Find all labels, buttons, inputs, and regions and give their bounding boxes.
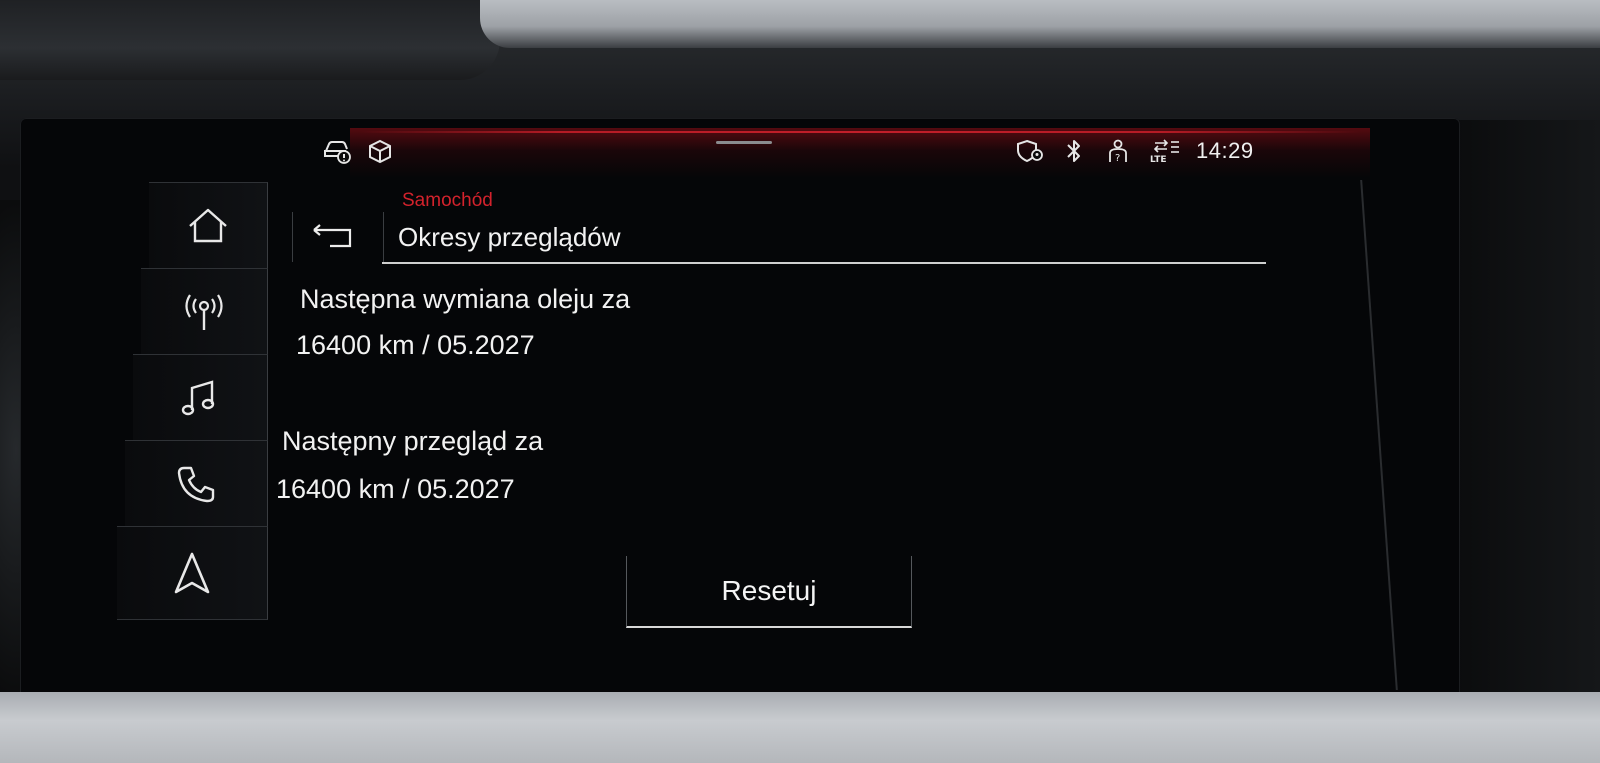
navigation-icon [174,552,210,594]
lte-data-icon[interactable]: LTE [1148,137,1182,165]
svg-text:?: ? [1115,153,1120,164]
air-vent [0,0,500,80]
clock: 14:29 [1196,138,1254,163]
back-arrow-icon [313,224,352,248]
phone-icon [177,466,215,503]
sidebar-item-radio[interactable] [141,268,268,355]
back-button[interactable] [292,212,384,262]
oil-change-value: 16400 km / 05.2027 [296,330,535,360]
sidebar [117,182,268,622]
dashboard-trim-bottom [0,692,1600,763]
sidebar-item-home[interactable] [149,182,268,269]
music-icon [181,380,215,416]
breadcrumb: Samochód [402,190,493,211]
inspection-value: 16400 km / 05.2027 [276,474,515,504]
car-info-icon[interactable] [322,137,354,165]
shield-location-icon[interactable] [1014,137,1046,165]
dashboard-trim-top [480,0,1600,48]
status-bar-accent-line [360,131,1360,133]
car-infotainment-photo: ? LTE 14:29 Samochód Okresy przeglądów N… [0,0,1600,763]
bluetooth-icon[interactable] [1062,137,1086,165]
page-title: Okresy przeglądów [398,222,621,252]
screen-bezel-right [1440,120,1600,695]
radio-icon [185,294,223,330]
person-help-icon[interactable]: ? [1104,137,1134,165]
oil-change-label: Następna wymiana oleju za [300,284,631,314]
pull-down-handle[interactable] [716,141,772,144]
inspection-label: Następny przegląd za [282,426,544,456]
sidebar-item-navigation[interactable] [117,526,268,620]
sidebar-item-media[interactable] [133,354,268,441]
home-icon [189,208,227,243]
sidebar-item-phone[interactable] [125,440,268,527]
svg-text:LTE: LTE [1150,155,1167,164]
reset-button[interactable]: Resetuj [626,556,912,628]
header-divider [382,262,1266,264]
package-icon[interactable] [366,137,394,165]
